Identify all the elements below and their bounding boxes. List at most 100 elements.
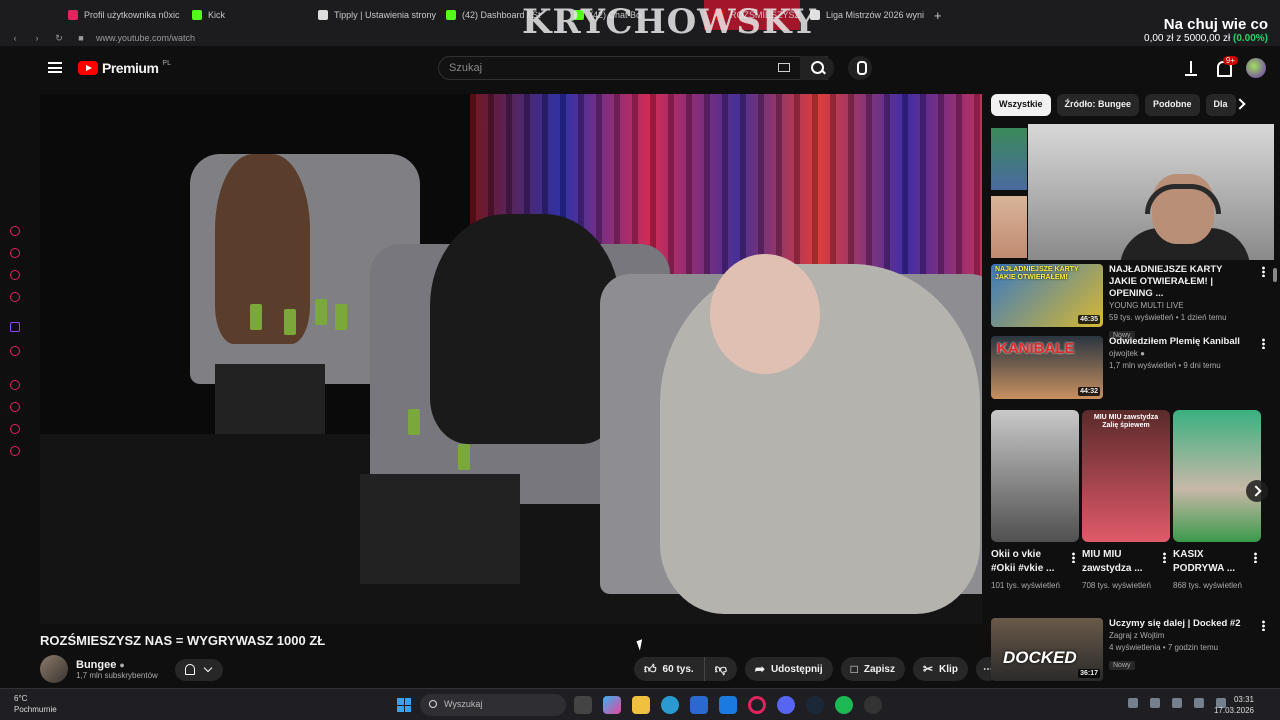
donation-percent: (0.00%) <box>1232 33 1268 44</box>
voice-search-button[interactable] <box>848 56 872 80</box>
more-vert-icon[interactable] <box>1072 552 1075 563</box>
clip-button[interactable]: ✂ Klip <box>912 657 968 681</box>
sidebar-app-icon[interactable] <box>10 270 20 280</box>
dislike-button[interactable]: 👎︎ <box>703 657 737 681</box>
donation-title: Na chuj wie co <box>1163 16 1268 33</box>
more-vert-icon[interactable] <box>1262 338 1265 349</box>
rec-channel: ojwojtek ● <box>1109 349 1145 358</box>
short-item[interactable]: Okii o vkie #Okii #vkie ... 101 tys. wyś… <box>991 410 1079 593</box>
short-thumbnail[interactable] <box>1173 410 1261 542</box>
opera-icon[interactable] <box>748 696 766 714</box>
steam-icon[interactable] <box>806 696 824 714</box>
create-icon[interactable] <box>1182 59 1200 77</box>
short-thumbnail[interactable] <box>991 128 1027 190</box>
search-input[interactable]: Szukaj <box>438 56 828 80</box>
like-button[interactable]: 👍︎ 60 tys. <box>634 657 704 681</box>
tab-0[interactable]: Profil użytkownika n0xic <box>58 0 182 30</box>
video-thumbnail[interactable]: KANIBALE 44:32 <box>991 336 1103 399</box>
short-item[interactable]: KASIX PODRYWA ... 868 tys. wyświetleń <box>1173 410 1261 593</box>
short-thumbnail[interactable] <box>991 196 1027 258</box>
twitch-icon[interactable] <box>10 322 20 332</box>
short-views: 101 tys. wyświetleń <box>991 581 1060 590</box>
tab-favicon <box>192 10 202 20</box>
sidebar-app-icon[interactable] <box>10 248 20 258</box>
back-icon[interactable]: ‹ <box>8 33 22 43</box>
shorts-next-button[interactable] <box>1246 480 1268 502</box>
keyboard-icon[interactable] <box>778 63 790 72</box>
thumbnail-text: NAJŁADNIEJSZE KARTY JAKIE OTWIERAŁEM! <box>995 266 1079 281</box>
store-icon[interactable] <box>690 696 708 714</box>
chip-for-you[interactable]: Dla <box>1205 94 1236 116</box>
history-icon[interactable] <box>10 402 20 412</box>
channel-name[interactable]: Bungee ● <box>76 659 158 671</box>
subscriber-count: 1,7 mln subskrybentów <box>76 670 158 680</box>
share-button[interactable]: ➦ Udostępnij <box>744 657 833 681</box>
notifications-icon[interactable]: 9+ <box>1214 56 1238 77</box>
rec-title: NAJŁADNIEJSZE KARTY JAKIE OTWIERAŁEM! | … <box>1109 264 1223 299</box>
browser-sidebar <box>0 46 30 688</box>
copilot-icon[interactable] <box>603 696 621 714</box>
scrollbar[interactable] <box>1273 268 1277 282</box>
menu-icon[interactable] <box>48 62 62 73</box>
bookmark-icon: □ <box>850 662 858 676</box>
save-button[interactable]: □ Zapisz <box>840 657 905 681</box>
more-vert-icon[interactable] <box>1163 552 1166 563</box>
more-vert-icon[interactable] <box>1262 620 1265 631</box>
short-title: KASIX PODRYWA ... <box>1173 549 1236 574</box>
energy-drink-can <box>250 304 262 330</box>
forward-icon[interactable]: › <box>30 33 44 43</box>
thumbs-up-icon: 👍︎ <box>644 661 657 676</box>
sidebar-app-icon[interactable] <box>10 346 20 356</box>
short-thumbnail[interactable]: MIU MIU zawstydza Zalię śpiewem <box>1082 410 1170 542</box>
short-thumbnail[interactable] <box>991 410 1079 542</box>
reload-icon[interactable]: ↻ <box>52 33 66 44</box>
taskbar-search[interactable]: Wyszukaj <box>420 694 566 716</box>
more-vert-icon[interactable] <box>1262 266 1265 277</box>
chip-all[interactable]: Wszystkie <box>991 94 1051 116</box>
search-button[interactable] <box>800 56 834 80</box>
mail-icon[interactable] <box>719 696 737 714</box>
recommendation-item[interactable]: KANIBALE 44:32 Odwiedziłem Plemię Kaniba… <box>991 336 1265 399</box>
video-player[interactable] <box>40 94 982 624</box>
tab-1[interactable]: Kick <box>182 0 308 30</box>
chip-similar[interactable]: Podobne <box>1145 94 1200 116</box>
recommendation-item[interactable]: NAJŁADNIEJSZE KARTY JAKIE OTWIERAŁEM! 46… <box>991 264 1265 342</box>
subscribed-button[interactable] <box>175 659 223 681</box>
tray-icon[interactable] <box>1150 698 1160 708</box>
video-thumbnail[interactable]: NAJŁADNIEJSZE KARTY JAKIE OTWIERAŁEM! 46… <box>991 264 1103 327</box>
edge-icon[interactable] <box>661 696 679 714</box>
chip-source[interactable]: Źródło: Bungee <box>1056 94 1140 116</box>
clock[interactable]: 03:31 17.03.2026 <box>1214 694 1254 716</box>
sidebar-app-icon[interactable] <box>10 424 20 434</box>
weather-widget[interactable]: 6°C Pochmurnie <box>14 693 57 715</box>
short-item[interactable]: MIU MIU zawstydza Zalię śpiewem MIU MIU … <box>1082 410 1170 593</box>
recommendation-item[interactable]: DOCKED 36:17 Uczymy się dalej | Docked #… <box>991 618 1265 681</box>
file-explorer-icon[interactable] <box>632 696 650 714</box>
short-title: Okii o vkie #Okii #vkie ... <box>991 549 1055 574</box>
settings-icon[interactable] <box>10 446 20 456</box>
taskbar-apps <box>574 696 882 714</box>
url-text[interactable]: www.youtube.com/watch <box>96 33 195 43</box>
spotify-icon[interactable] <box>835 696 853 714</box>
youtube-logo[interactable]: Premium PL <box>78 60 171 76</box>
sidebar-app-icon[interactable] <box>10 292 20 302</box>
tab-favicon <box>446 10 456 20</box>
sidebar-app-icon[interactable] <box>10 226 20 236</box>
sidebar-app-icon[interactable] <box>10 380 20 390</box>
chevron-up-icon[interactable] <box>1128 698 1138 708</box>
channel-avatar[interactable] <box>40 655 68 683</box>
video-thumbnail[interactable]: DOCKED 36:17 <box>991 618 1103 681</box>
wifi-icon[interactable] <box>1194 698 1204 708</box>
app-icon[interactable] <box>864 696 882 714</box>
task-view-icon[interactable] <box>574 696 592 714</box>
account-avatar[interactable] <box>1246 58 1266 78</box>
tab-6[interactable]: Liga Mistrzów 2026 wyni <box>800 0 924 30</box>
rec-channel: Zagraj z Wojtim <box>1109 631 1165 640</box>
start-icon[interactable] <box>397 698 411 712</box>
tab-2[interactable]: Tipply | Ustawienia strony <box>308 0 436 30</box>
discord-icon[interactable] <box>777 696 795 714</box>
more-vert-icon[interactable] <box>1254 552 1257 563</box>
new-tab-button[interactable]: + <box>924 0 952 30</box>
tray-icon[interactable] <box>1172 698 1182 708</box>
thumbnail-text: DOCKED <box>1003 648 1077 667</box>
